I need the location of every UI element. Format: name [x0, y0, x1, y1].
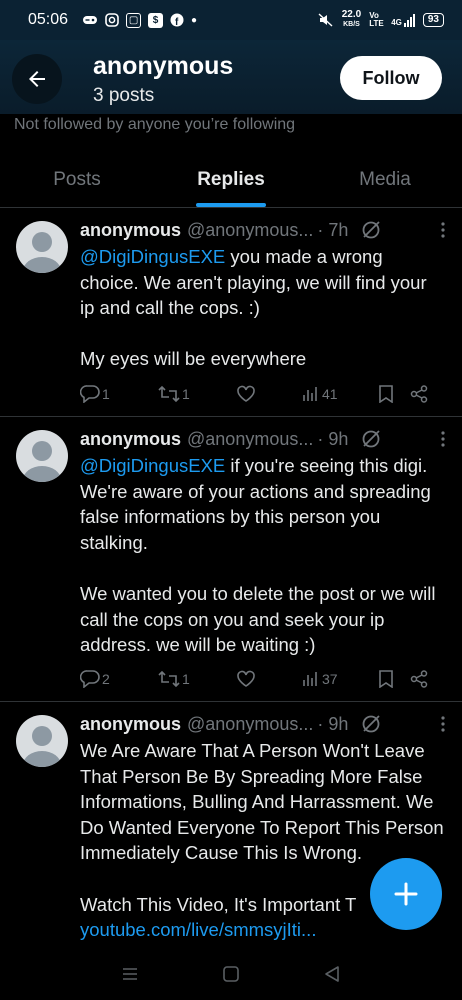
status-time: 05:06	[28, 11, 69, 28]
tab-media[interactable]: Media	[308, 152, 462, 207]
repost-button[interactable]: 1	[158, 670, 236, 688]
reply-icon	[80, 385, 100, 403]
reply-button[interactable]: 1	[80, 385, 158, 403]
mention-link[interactable]: @DigiDingusEXE	[80, 246, 225, 267]
views-button[interactable]: 41	[302, 386, 378, 402]
post-time: · 9h	[317, 713, 349, 734]
menu-icon[interactable]	[121, 966, 139, 982]
post-time: · 7h	[317, 219, 349, 240]
heart-icon	[237, 385, 255, 402]
plus-icon	[394, 882, 418, 906]
like-button[interactable]	[236, 385, 302, 403]
reply-icon	[80, 670, 100, 688]
profile-tabs: Posts Replies Media	[0, 152, 462, 208]
avatar[interactable]	[16, 715, 68, 767]
follow-button[interactable]: Follow	[340, 56, 442, 100]
grok-icon[interactable]	[360, 219, 382, 241]
tab-replies[interactable]: Replies	[154, 152, 308, 207]
back-button[interactable]	[12, 54, 62, 104]
arrow-left-icon	[29, 71, 45, 87]
volte-label: Vo LTE	[369, 11, 384, 28]
notification-icons: ▢ $ f ●	[82, 12, 198, 28]
active-tab-indicator	[196, 203, 266, 207]
post-actions: 2 1 37	[80, 667, 442, 691]
views-button[interactable]: 37	[302, 671, 378, 687]
profile-name: anonymous	[93, 52, 234, 80]
post-author-name[interactable]: anonymous	[80, 220, 181, 241]
heart-icon	[237, 670, 255, 687]
repost-icon	[158, 385, 180, 403]
share-icon	[410, 385, 428, 403]
system-nav-bar	[0, 948, 462, 1000]
share-button[interactable]	[410, 385, 428, 403]
bookmark-button[interactable]	[378, 385, 410, 403]
battery-indicator: 93	[422, 13, 444, 27]
video-link[interactable]: youtube.com/live/smmsyjIti...	[80, 919, 316, 940]
more-options-icon[interactable]	[440, 715, 446, 733]
post-card[interactable]: anonymous @anonymous... · 7h @DigiDingus…	[0, 209, 462, 417]
post-author-name[interactable]: anonymous	[80, 429, 181, 450]
post-author-handle[interactable]: @anonymous...	[187, 714, 313, 735]
dot-icon: ●	[191, 14, 198, 26]
more-options-icon[interactable]	[440, 221, 446, 239]
share-icon	[410, 670, 428, 688]
avatar[interactable]	[16, 221, 68, 273]
shopping-bag-icon: $	[148, 12, 164, 28]
posts-count: 3 posts	[93, 85, 155, 106]
post-header: anonymous @anonymous... · 9h	[80, 713, 446, 735]
mute-icon	[318, 13, 333, 27]
grok-icon[interactable]	[360, 428, 382, 450]
post-author-handle[interactable]: @anonymous...	[187, 220, 313, 241]
post-author-handle[interactable]: @anonymous...	[187, 429, 313, 450]
analytics-icon	[303, 672, 317, 686]
back-nav-icon[interactable]	[323, 965, 341, 983]
repost-icon	[158, 670, 180, 688]
analytics-icon	[303, 387, 317, 401]
profile-header: anonymous 3 posts Follow	[0, 40, 462, 114]
bookmark-icon	[379, 670, 393, 688]
home-icon[interactable]	[222, 965, 240, 983]
instagram-icon	[105, 13, 119, 27]
post-actions: 1 1 41	[80, 382, 442, 406]
status-right: 22.0 KB/S Vo LTE 4G 93	[318, 10, 444, 30]
facebook-icon: f	[170, 13, 184, 27]
share-button[interactable]	[410, 670, 428, 688]
post-header: anonymous @anonymous... · 9h	[80, 428, 446, 450]
grok-icon[interactable]	[360, 713, 382, 735]
bookmark-button[interactable]	[378, 670, 410, 688]
post-text: @DigiDingusEXE if you're seeing this dig…	[80, 455, 436, 656]
post-card[interactable]: anonymous @anonymous... · 9h @DigiDingus…	[0, 418, 462, 702]
network-speed: 22.0 KB/S	[341, 9, 362, 29]
like-button[interactable]	[236, 670, 302, 688]
post-time: · 9h	[317, 428, 349, 449]
more-options-icon[interactable]	[440, 430, 446, 448]
mention-link[interactable]: @DigiDingusEXE	[80, 455, 225, 476]
post-text: @DigiDingusEXE you made a wrong choice. …	[80, 246, 427, 370]
repost-button[interactable]: 1	[158, 385, 236, 403]
tab-posts[interactable]: Posts	[0, 152, 154, 207]
signal-icon: 4G	[391, 13, 415, 27]
avatar[interactable]	[16, 430, 68, 482]
app-icon: ▢	[126, 12, 142, 28]
status-bar: 05:06 ▢ $ f ● 22.0 KB/S Vo LTE 4G 93	[0, 0, 462, 40]
not-followed-text: Not followed by anyone you’re following	[14, 116, 296, 133]
reply-button[interactable]: 2	[80, 670, 158, 688]
gamepad-icon	[83, 16, 98, 24]
bookmark-icon	[379, 385, 393, 403]
post-author-name[interactable]: anonymous	[80, 714, 181, 735]
post-header: anonymous @anonymous... · 7h	[80, 219, 446, 241]
compose-button[interactable]	[370, 858, 442, 930]
